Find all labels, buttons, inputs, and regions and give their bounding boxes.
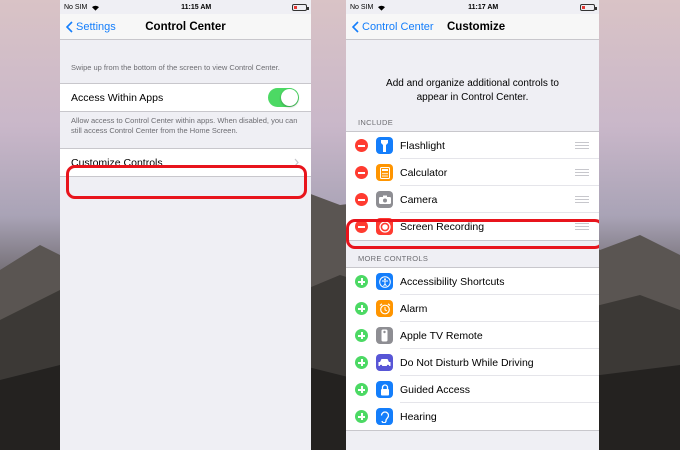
battery-icon — [580, 3, 597, 11]
customize-controls-label: Customize Controls — [71, 156, 163, 169]
add-control-button[interactable] — [355, 356, 368, 369]
chevron-right-icon — [294, 158, 299, 167]
remote-icon — [376, 327, 393, 344]
car-icon — [376, 354, 393, 371]
calculator-icon — [376, 164, 393, 181]
access-within-apps-cell: Access Within Apps — [60, 84, 311, 111]
control-row[interactable]: Calculator — [346, 159, 599, 186]
carrier-label: No SIM — [64, 3, 88, 11]
control-row[interactable]: Guided Access — [346, 376, 599, 403]
control-row[interactable]: Camera — [346, 186, 599, 213]
reorder-handle[interactable] — [575, 223, 589, 230]
add-control-button[interactable] — [355, 275, 368, 288]
control-row[interactable]: Apple TV Remote — [346, 322, 599, 349]
wifi-icon — [378, 5, 386, 11]
access-within-apps-group: Access Within Apps — [60, 83, 311, 113]
control-row[interactable]: Accessibility Shortcuts — [346, 268, 599, 295]
customize-group: Customize Controls — [60, 148, 311, 178]
chevron-left-icon — [66, 20, 73, 33]
control-center-description: Swipe up from the bottom of the screen t… — [71, 63, 280, 72]
include-header: INCLUDE — [358, 118, 394, 127]
control-label: Accessibility Shortcuts — [400, 275, 505, 288]
reorder-handle[interactable] — [575, 196, 589, 203]
control-label: Screen Recording — [400, 220, 485, 233]
customize-controls-cell[interactable]: Customize Controls — [60, 149, 311, 176]
battery-icon — [292, 3, 309, 11]
control-label: Do Not Disturb While Driving — [400, 356, 534, 369]
control-label: Guided Access — [400, 383, 471, 396]
control-row[interactable]: Screen Recording — [346, 213, 599, 240]
page-title: Customize — [447, 20, 506, 33]
accessibility-icon — [376, 273, 393, 290]
control-row[interactable]: Alarm — [346, 295, 599, 322]
access-within-apps-toggle[interactable] — [268, 88, 299, 108]
control-label: Alarm — [400, 302, 428, 315]
customize-intro: Add and organize additional controls to … — [386, 78, 559, 103]
flashlight-icon — [376, 137, 393, 154]
control-label: Calculator — [400, 166, 448, 179]
carrier-label: No SIM — [350, 3, 374, 11]
included-controls-list: Flashlight Calculator Camera Screen Recordi… — [346, 131, 599, 241]
alarm-icon — [376, 300, 393, 317]
ear-icon — [376, 408, 393, 425]
lock-icon — [376, 381, 393, 398]
access-footer-text: Allow access to Control Center within ap… — [71, 116, 298, 136]
add-control-button[interactable] — [355, 383, 368, 396]
back-button[interactable]: Control Center — [352, 21, 434, 33]
add-control-button[interactable] — [355, 410, 368, 423]
control-label: Flashlight — [400, 139, 445, 152]
customize-screen: No SIM 11:17 AM Control Center Customize… — [346, 0, 599, 450]
control-row[interactable]: Flashlight — [346, 132, 599, 159]
back-label: Control Center — [362, 20, 434, 33]
wifi-icon — [92, 5, 100, 11]
add-control-button[interactable] — [355, 302, 368, 315]
control-label: Camera — [400, 193, 438, 206]
more-controls-list: Accessibility Shortcuts Alarm Apple TV Rem… — [346, 267, 599, 431]
status-bar: No SIM 11:15 AM — [60, 0, 311, 14]
control-label: Apple TV Remote — [400, 329, 483, 342]
back-button[interactable]: Settings — [66, 21, 116, 33]
reorder-handle[interactable] — [575, 142, 589, 149]
clock: 11:15 AM — [181, 3, 212, 11]
control-row[interactable]: Hearing — [346, 403, 599, 430]
navigation-bar: Control Center Customize — [346, 14, 599, 40]
access-within-apps-label: Access Within Apps — [71, 91, 164, 104]
clock: 11:17 AM — [468, 3, 499, 11]
status-bar: No SIM 11:17 AM — [346, 0, 599, 14]
control-row[interactable]: Do Not Disturb While Driving — [346, 349, 599, 376]
add-control-button[interactable] — [355, 329, 368, 342]
more-controls-header: MORE CONTROLS — [358, 254, 429, 263]
remove-control-button[interactable] — [355, 220, 368, 233]
navigation-bar: Settings Control Center — [60, 14, 311, 40]
control-center-settings-screen: No SIM 11:15 AM Settings Control Center … — [60, 0, 311, 450]
reorder-handle[interactable] — [575, 169, 589, 176]
screen-recording-icon — [376, 218, 393, 235]
remove-control-button[interactable] — [355, 139, 368, 152]
back-label: Settings — [76, 20, 116, 33]
remove-control-button[interactable] — [355, 193, 368, 206]
control-label: Hearing — [400, 410, 437, 423]
chevron-left-icon — [352, 20, 359, 33]
camera-icon — [376, 191, 393, 208]
remove-control-button[interactable] — [355, 166, 368, 179]
